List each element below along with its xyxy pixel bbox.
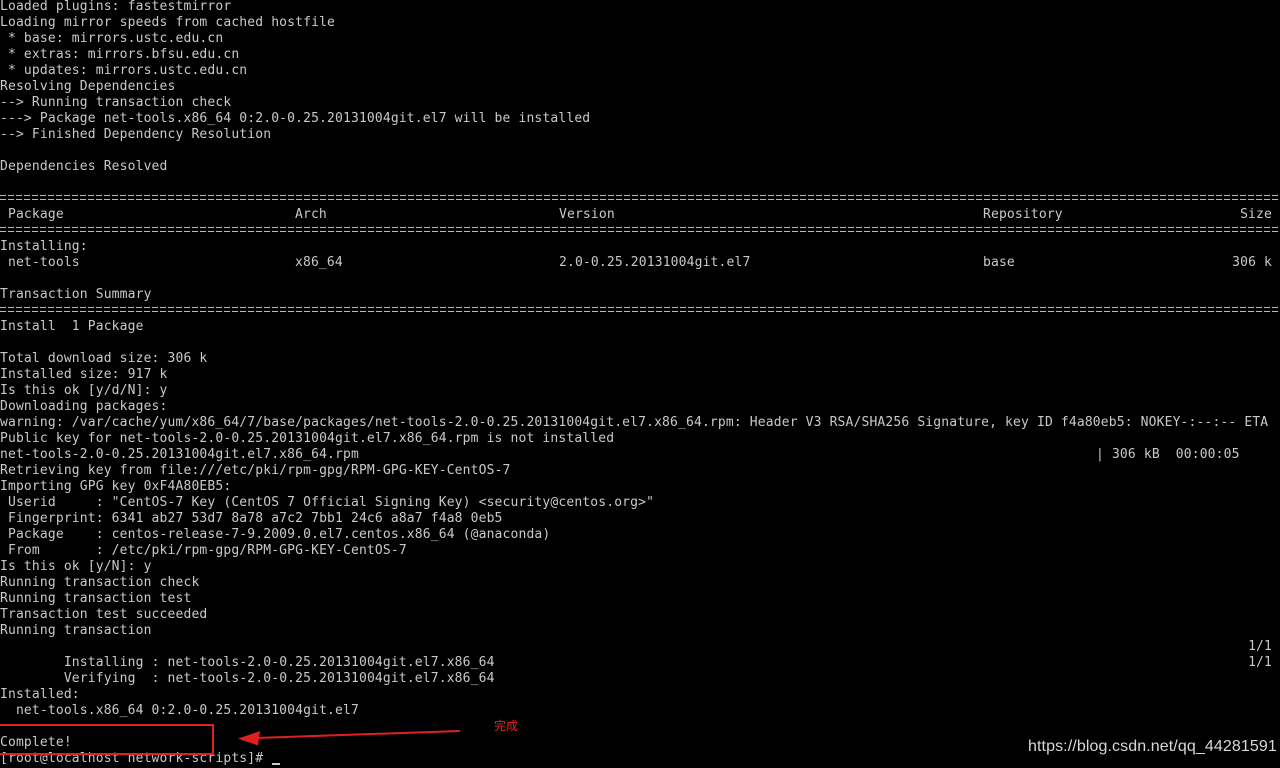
terminal-line: Running transaction check xyxy=(0,575,200,590)
terminal-line: ---> Package net-tools.x86_64 0:2.0-0.25… xyxy=(0,111,591,126)
terminal-line: --> Finished Dependency Resolution xyxy=(0,127,272,142)
terminal-line: Total download size: 306 k xyxy=(0,351,208,366)
terminal-line: Is this ok [y/N]: y xyxy=(0,559,152,574)
cell-arch: x86_64 xyxy=(295,255,343,270)
terminal-line: --> Running transaction check xyxy=(0,95,232,110)
terminal-window[interactable]: Loaded plugins: fastestmirror Loading mi… xyxy=(0,0,1280,768)
output-block-mid: Total download size: 306 k Installed siz… xyxy=(0,351,1280,463)
download-stats: | 306 kB 00:00:05 xyxy=(1096,447,1240,462)
table-header-row: Package Arch Version Repository Size xyxy=(0,207,1280,223)
watermark-url: https://blog.csdn.net/qq_44281591 xyxy=(1028,738,1277,755)
terminal-line: Retrieving key from file:///etc/pki/rpm-… xyxy=(0,463,511,478)
terminal-line: warning: /var/cache/yum/x86_64/7/base/pa… xyxy=(0,415,1269,430)
terminal-line: Is this ok [y/d/N]: y xyxy=(0,383,168,398)
installed-header: Installed: xyxy=(0,687,80,702)
text-cursor xyxy=(272,763,281,765)
download-line: net-tools-2.0-0.25.20131004git.el7.x86_6… xyxy=(0,447,1280,463)
table-section-label: Installing: xyxy=(0,239,88,254)
cell-package: net-tools xyxy=(0,255,80,270)
annotation-label: 完成 xyxy=(494,719,519,733)
header-repository: Repository xyxy=(983,207,1063,222)
arrow-left-icon xyxy=(238,730,461,746)
progress-count: 1/1 xyxy=(1248,639,1272,654)
summary-title: Transaction Summary xyxy=(0,287,152,302)
terminal-line: Running transaction test xyxy=(0,591,192,606)
terminal-line: * base: mirrors.ustc.edu.cn xyxy=(0,31,224,46)
header-arch: Arch xyxy=(295,207,327,222)
table-divider xyxy=(0,223,1280,239)
progress-line: Verifying : net-tools-2.0-0.25.20131004g… xyxy=(0,655,1280,686)
download-file: net-tools-2.0-0.25.20131004git.el7.x86_6… xyxy=(0,447,359,462)
table-row: net-tools x86_64 2.0-0.25.20131004git.el… xyxy=(0,255,1280,271)
summary-install: Install 1 Package xyxy=(0,319,144,334)
header-version: Version xyxy=(559,207,615,222)
package-table: Package Arch Version Repository Size Ins… xyxy=(0,191,1280,351)
cell-size: 306 k xyxy=(1232,255,1272,270)
cell-version: 2.0-0.25.20131004git.el7 xyxy=(559,255,751,270)
progress-line: Installing : net-tools-2.0-0.25.20131004… xyxy=(0,639,1280,670)
terminal-line: * updates: mirrors.ustc.edu.cn xyxy=(0,63,248,78)
terminal-line: From : /etc/pki/rpm-gpg/RPM-GPG-KEY-Cent… xyxy=(0,543,407,558)
terminal-line: Userid : "CentOS-7 Key (CentOS 7 Officia… xyxy=(0,495,655,510)
table-divider xyxy=(0,303,1280,319)
terminal-line: Public key for net-tools-2.0-0.25.201310… xyxy=(0,431,615,446)
terminal-line: Importing GPG key 0xF4A80EB5: xyxy=(0,479,232,494)
table-divider xyxy=(0,191,1280,207)
progress-count: 1/1 xyxy=(1248,655,1272,670)
terminal-line: Resolving Dependencies xyxy=(0,79,176,94)
cell-repository: base xyxy=(983,255,1015,270)
output-block-top: Loaded plugins: fastestmirror Loading mi… xyxy=(0,0,1280,191)
terminal-line: Loaded plugins: fastestmirror xyxy=(0,0,232,14)
terminal-line: Fingerprint: 6341 ab27 53d7 8a78 a7c2 7b… xyxy=(0,511,503,526)
terminal-line: Installed size: 917 k xyxy=(0,367,168,382)
terminal-line: Dependencies Resolved xyxy=(0,159,168,174)
terminal-line: Transaction test succeeded xyxy=(0,607,208,622)
terminal-line: Loading mirror speeds from cached hostfi… xyxy=(0,15,336,30)
installed-package: net-tools.x86_64 0:2.0-0.25.20131004git.… xyxy=(0,703,359,718)
terminal-line: Running transaction xyxy=(0,623,152,638)
header-size: Size xyxy=(1240,207,1272,222)
terminal-line: Downloading packages: xyxy=(0,399,168,414)
terminal-line: * extras: mirrors.bfsu.edu.cn xyxy=(0,47,240,62)
terminal-line: Package : centos-release-7-9.2009.0.el7.… xyxy=(0,527,551,542)
header-package: Package xyxy=(0,207,64,222)
output-block-key: Retrieving key from file:///etc/pki/rpm-… xyxy=(0,463,1280,639)
highlight-box xyxy=(0,724,214,755)
